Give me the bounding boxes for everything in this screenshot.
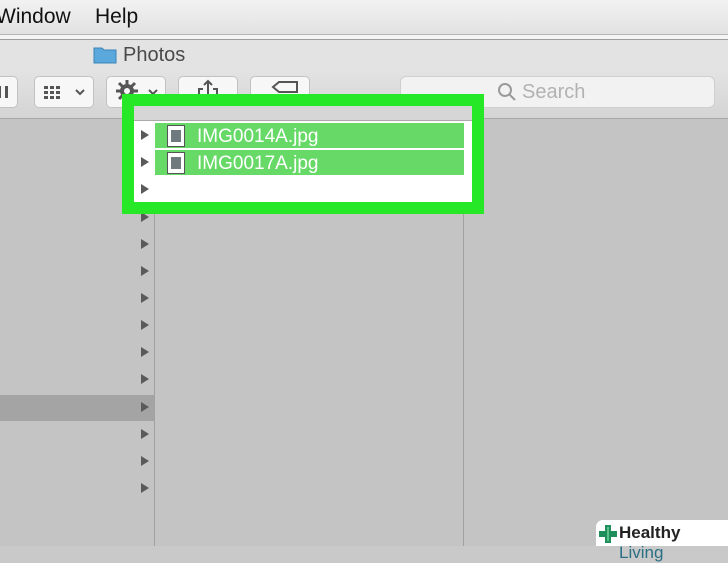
folder-row-arrow[interactable]: [141, 239, 149, 249]
selected-folder-row[interactable]: [0, 395, 154, 421]
column-view-button[interactable]: [0, 76, 18, 108]
search-icon: [498, 83, 516, 101]
folder-row-arrow[interactable]: [141, 402, 149, 412]
folder-row-arrow[interactable]: [141, 347, 149, 357]
image-file-icon: [167, 152, 185, 174]
image-file-icon: [167, 125, 185, 147]
column-header-strip: [134, 106, 472, 121]
folder-icon: [93, 47, 117, 64]
brand-text: Healthy Living: [619, 523, 681, 562]
grid-view-icon: [44, 86, 85, 99]
search-input[interactable]: Search: [522, 81, 585, 104]
folder-row-arrow[interactable]: [141, 266, 149, 276]
folder-row-arrow[interactable]: [141, 429, 149, 439]
window-title: Photos: [123, 44, 186, 66]
file-name[interactable]: IMG0017A.jpg: [197, 153, 318, 175]
column-view-icon: [0, 86, 8, 98]
preview-column: [464, 119, 728, 546]
view-options-button[interactable]: [34, 76, 94, 108]
folder-row-arrow[interactable]: [141, 293, 149, 303]
file-name[interactable]: IMG0014A.jpg: [197, 126, 318, 148]
menu-window[interactable]: Window: [0, 5, 71, 29]
folder-row-arrow[interactable]: [141, 374, 149, 384]
folder-row-arrow[interactable]: [141, 483, 149, 493]
folder-row-arrow[interactable]: [141, 320, 149, 330]
menu-help[interactable]: Help: [95, 5, 138, 29]
folder-row-arrow[interactable]: [141, 456, 149, 466]
folder-row-arrow[interactable]: [141, 157, 149, 167]
cross-logo-icon: [599, 525, 617, 543]
folder-row-arrow[interactable]: [141, 130, 149, 140]
folder-row-arrow[interactable]: [141, 184, 149, 194]
